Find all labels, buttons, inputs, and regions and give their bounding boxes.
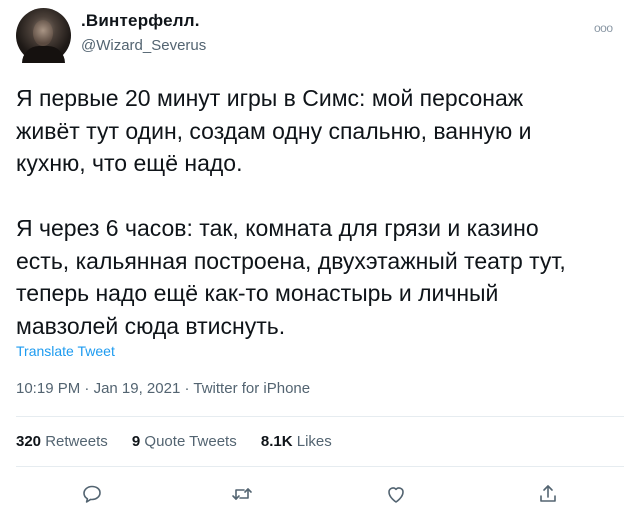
meta-separator: ·	[84, 380, 90, 397]
likes-count: 8.1K	[260, 433, 293, 450]
author-handle[interactable]: @Wizard_Severus	[81, 37, 206, 54]
retweets-label: Retweets	[45, 433, 108, 450]
divider	[16, 416, 624, 417]
like-button[interactable]	[382, 480, 410, 508]
avatar-shoulders	[22, 46, 65, 63]
more-options-icon[interactable]: ooo	[594, 21, 613, 35]
likes-stat[interactable]: 8.1K Likes	[261, 433, 332, 450]
meta-separator: ·	[184, 380, 190, 397]
tweet-meta: 10:19 PM · Jan 19, 2021 · Twitter for iP…	[16, 380, 310, 397]
translate-tweet-link[interactable]: Translate Tweet	[16, 343, 115, 359]
retweets-count: 320	[16, 433, 42, 450]
tweet-source[interactable]: Twitter for iPhone	[193, 380, 310, 397]
share-icon	[540, 485, 556, 502]
quote-tweets-label: Quote Tweets	[144, 433, 237, 450]
likes-label: Likes	[296, 433, 332, 450]
retweets-stat[interactable]: 320 Retweets	[16, 433, 108, 450]
retweet-icon	[232, 488, 252, 500]
avatar-face	[33, 20, 53, 46]
tweet-date[interactable]: Jan 19, 2021	[94, 380, 181, 397]
author-display-name[interactable]: .Винтерфелл.	[81, 11, 200, 31]
reply-icon	[83, 485, 101, 503]
divider	[16, 466, 624, 467]
quote-tweets-count: 9	[131, 433, 141, 450]
quote-tweets-stat[interactable]: 9 Quote Tweets	[132, 433, 237, 450]
like-icon	[388, 487, 404, 503]
tweet-text: Я первые 20 минут игры в Симс: мой персо…	[16, 85, 566, 339]
retweet-button[interactable]	[228, 480, 256, 508]
avatar[interactable]	[16, 8, 71, 63]
tweet-time[interactable]: 10:19 PM	[16, 380, 80, 397]
reply-button[interactable]	[78, 480, 106, 508]
share-button[interactable]	[534, 480, 562, 508]
engagement-stats: 320 Retweets 9 Quote Tweets 8.1K Likes	[16, 433, 352, 450]
